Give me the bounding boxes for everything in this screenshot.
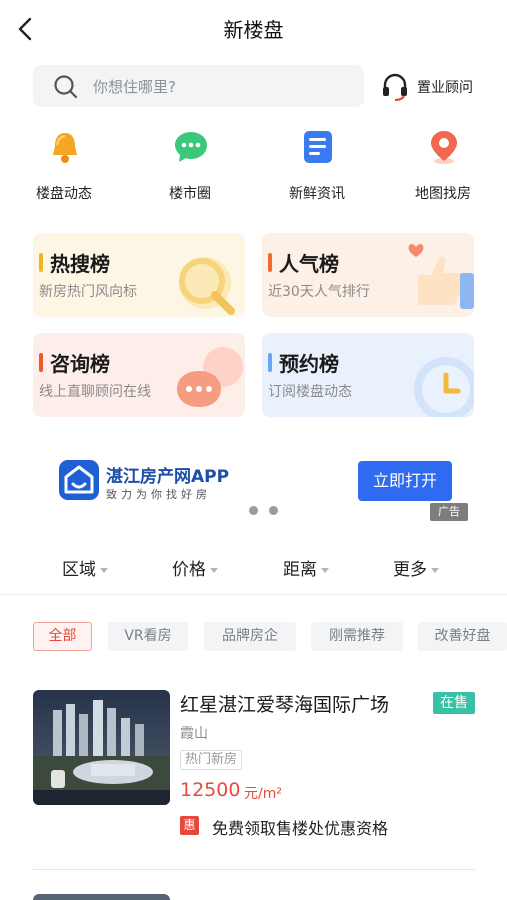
listing-title[interactable]: 红星湛江爱琴海国际广场 (180, 690, 389, 717)
listing-price: 12500 (180, 779, 241, 801)
consultant-label: 置业顾问 (417, 80, 473, 96)
building-render-image (33, 690, 170, 805)
ranking-accent-bar (268, 253, 272, 272)
app-logo (59, 460, 99, 500)
headset-icon (383, 73, 407, 101)
chip-starter-recommend[interactable]: 刚需推荐 (311, 622, 403, 651)
clock-icon (414, 357, 474, 417)
ranking-card-hot-search[interactable]: 热搜榜 新房热门风向标 (33, 233, 245, 317)
ranking-accent-bar (39, 353, 43, 372)
ranking-accent-bar (268, 353, 272, 372)
listing-tag: 热门新房 (180, 750, 243, 770)
ranking-card-booking[interactable]: 预约榜 订阅楼盘动态 (262, 333, 474, 417)
filter-distance[interactable]: 距离 (283, 555, 373, 581)
quick-link-fresh-news[interactable]: 新鲜资讯 (267, 126, 367, 206)
quick-link-label: 楼盘动态 (36, 186, 92, 202)
divider (0, 594, 507, 595)
consultant-button[interactable]: 置业顾问 (380, 70, 490, 102)
listing-image[interactable] (33, 690, 170, 805)
ranking-subtitle: 订阅楼盘动态 (268, 384, 352, 400)
ranking-title: 咨询榜 (50, 352, 110, 376)
price-unit: 元/m² (244, 786, 282, 802)
divider (33, 869, 475, 870)
caret-down-icon (321, 567, 329, 573)
house-logo-icon (64, 465, 94, 494)
chip-brand-developer[interactable]: 品牌房企 (204, 622, 296, 651)
filter-label: 区域 (62, 560, 96, 580)
thumbs-up-icon (408, 244, 474, 309)
ad-slogan: 致力为你找好房 (106, 488, 211, 501)
filter-label: 距离 (283, 560, 317, 580)
quick-link-project-news[interactable]: 楼盘动态 (14, 126, 114, 206)
status-badge: 在售 (433, 692, 475, 714)
quick-link-label: 地图找房 (415, 186, 471, 202)
ranking-accent-bar (39, 253, 43, 272)
open-app-button[interactable]: 立即打开 (358, 461, 452, 501)
chip-upgrade-pick[interactable]: 改善好盘 (418, 622, 507, 651)
search-box[interactable]: 你想住哪里? (33, 65, 364, 107)
ranking-subtitle: 近30天人气排行 (268, 284, 370, 300)
ranking-card-consult[interactable]: 咨询榜 线上直聊顾问在线 (33, 333, 245, 417)
filter-label: 更多 (393, 560, 427, 580)
magnifier-icon (179, 257, 235, 315)
ranking-title: 热搜榜 (50, 252, 110, 276)
promo-text[interactable]: 免费领取售楼处优惠资格 (212, 815, 388, 839)
carousel-dot[interactable] (269, 506, 278, 515)
news-icon (304, 131, 332, 163)
ad-label-badge: 广告 (430, 503, 468, 521)
search-placeholder: 你想住哪里? (93, 78, 176, 96)
bell-icon (53, 133, 77, 163)
ranking-title: 人气榜 (279, 252, 339, 276)
filter-label: 价格 (172, 560, 206, 580)
chat-bubble-icon (175, 132, 207, 162)
carousel-dot[interactable] (249, 506, 258, 515)
filter-price[interactable]: 价格 (172, 555, 262, 581)
speech-bubble-icon (177, 347, 243, 407)
ranking-card-popular[interactable]: 人气榜 近30天人气排行 (262, 233, 474, 317)
chip-all[interactable]: 全部 (33, 622, 92, 651)
ranking-subtitle: 线上直聊顾问在线 (39, 384, 151, 400)
quick-link-label: 楼市圈 (169, 186, 211, 202)
chip-vr-tour[interactable]: VR看房 (108, 622, 188, 651)
caret-down-icon (100, 567, 108, 573)
discount-icon: 惠 (180, 816, 199, 835)
top-nav: 新楼盘 (0, 0, 507, 56)
caret-down-icon (431, 567, 439, 573)
listing-area: 霞山 (180, 726, 208, 742)
ranking-title: 预约榜 (279, 352, 339, 376)
caret-down-icon (210, 567, 218, 573)
quick-link-map-search[interactable]: 地图找房 (393, 126, 493, 206)
ranking-subtitle: 新房热门风向标 (39, 284, 137, 300)
filter-region[interactable]: 区域 (62, 555, 152, 581)
page-title: 新楼盘 (223, 18, 284, 42)
quick-link-label: 新鲜资讯 (289, 186, 345, 202)
ad-app-name: 湛江房产网APP (106, 467, 230, 487)
quick-link-market-circle[interactable]: 楼市圈 (140, 126, 240, 206)
search-icon (54, 75, 78, 99)
filter-more[interactable]: 更多 (393, 555, 483, 581)
map-pin-icon (431, 131, 457, 164)
next-listing-image[interactable] (33, 894, 170, 900)
